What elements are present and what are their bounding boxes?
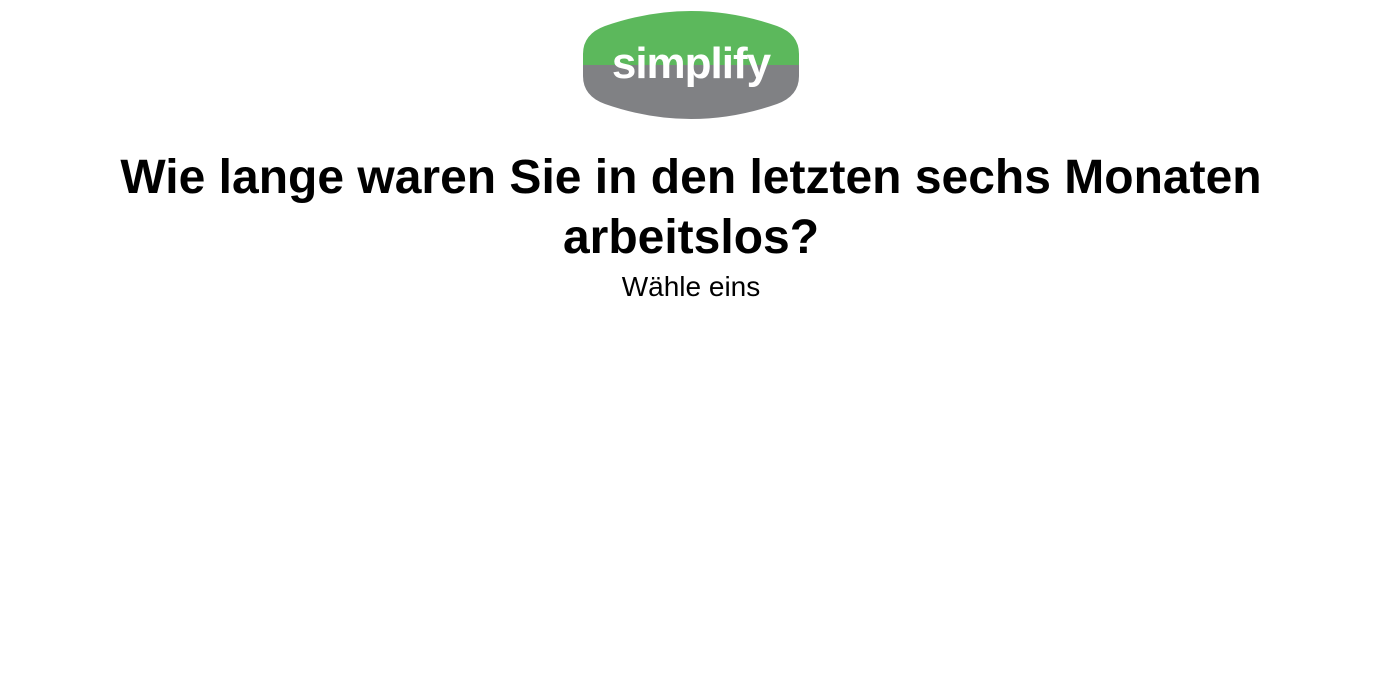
simplify-logo: simplify	[583, 11, 799, 119]
survey-page: simplify Wie lange waren Sie in den letz…	[0, 0, 1382, 683]
question-title: Wie lange waren Sie in den letzten sechs…	[120, 151, 1262, 264]
question-instruction: Wähle eins	[621, 271, 761, 302]
logo-wordmark: simplify	[612, 39, 772, 88]
